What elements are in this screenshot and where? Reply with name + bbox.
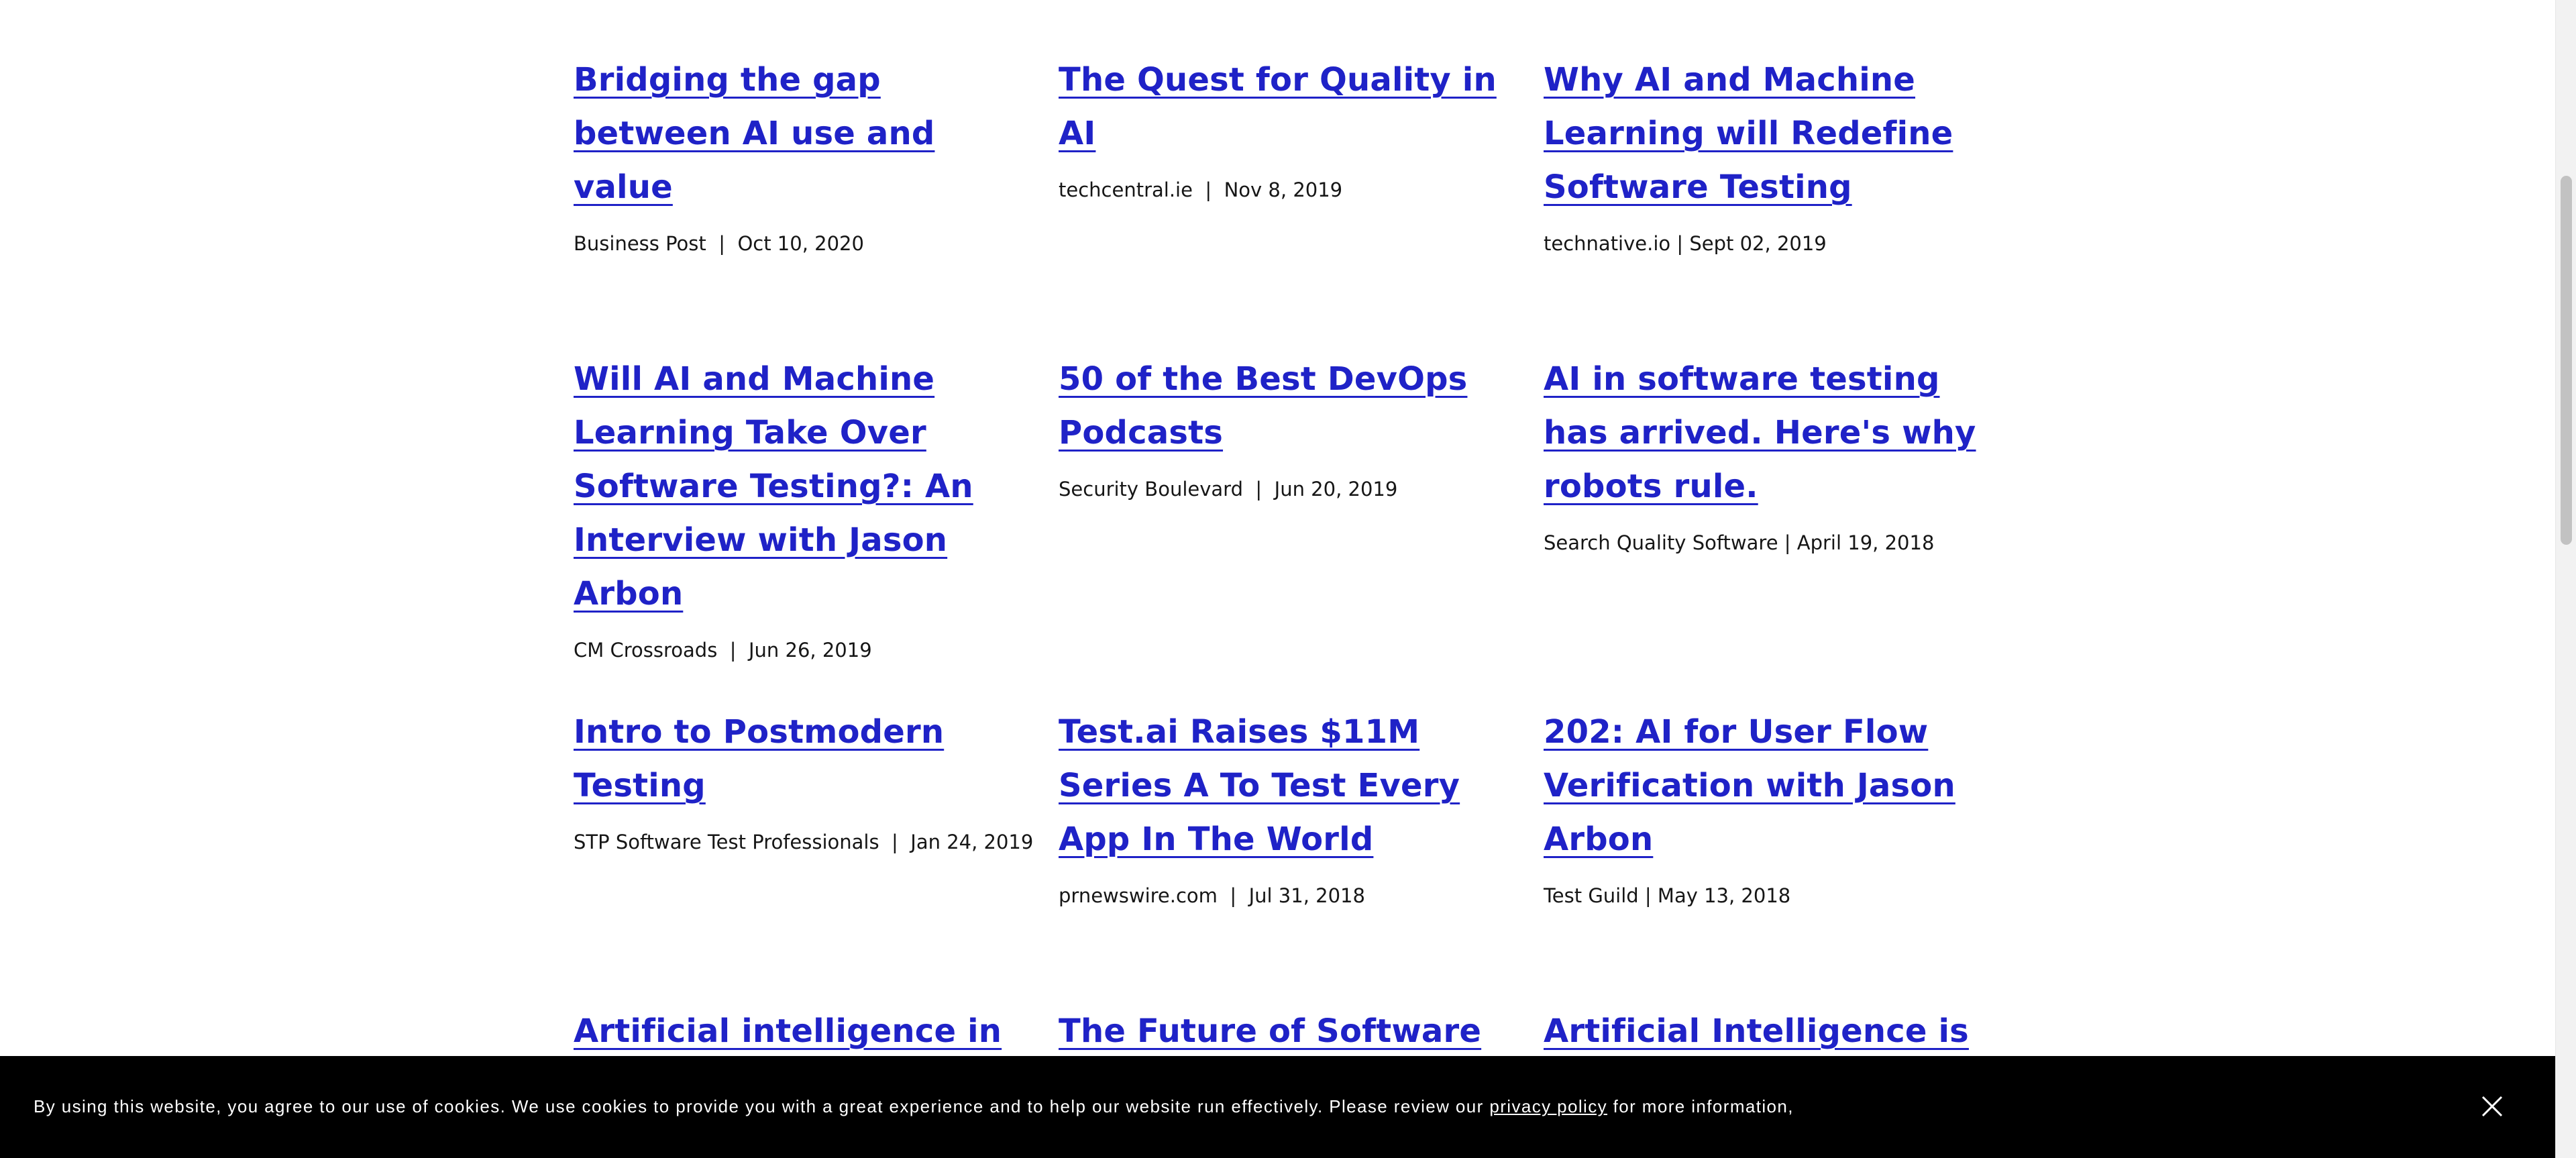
article-date: Nov 8, 2019 — [1224, 178, 1343, 201]
article-card: Bridging the gap between AI use and valu… — [574, 40, 1016, 257]
article-title-link[interactable]: 202: AI for User Flow Verification with … — [1544, 692, 1986, 866]
article-source: Test Guild — [1544, 884, 1639, 907]
meta-separator: | — [1242, 478, 1275, 501]
article-source: techcentral.ie — [1059, 178, 1193, 201]
article-date: April 19, 2018 — [1796, 531, 1935, 554]
close-icon — [2481, 1096, 2503, 1117]
meta-separator: | — [706, 232, 738, 255]
article-card: Intro to Postmodern Testing STP Software… — [574, 692, 1033, 855]
article-card: 50 of the Best DevOps Podcasts Security … — [1059, 339, 1501, 503]
article-meta: STP Software Test Professionals | Jan 24… — [574, 829, 1033, 855]
article-meta: technative.io | Sept 02, 2019 — [1544, 230, 1986, 257]
article-card: Why AI and Machine Learning will Redefin… — [1544, 40, 1986, 257]
article-source: prnewswire.com — [1059, 884, 1218, 907]
meta-separator: | — [1638, 884, 1658, 907]
cookie-banner: By using this website, you agree to our … — [0, 1056, 2556, 1158]
article-source: CM Crossroads — [574, 639, 718, 662]
article-card: Will AI and Machine Learning Take Over S… — [574, 339, 1016, 664]
article-card: Artificial Intelligence is — [1544, 992, 1986, 1058]
news-grid: Bridging the gap between AI use and valu… — [574, 0, 2049, 1158]
article-meta: CM Crossroads | Jun 26, 2019 — [574, 637, 1016, 664]
meta-separator: | — [1217, 884, 1249, 907]
scrollbar-thumb[interactable] — [2561, 176, 2572, 545]
article-title-link[interactable]: The Quest for Quality in AI — [1059, 40, 1501, 160]
privacy-policy-link[interactable]: privacy policy — [1489, 1096, 1607, 1116]
article-meta: Business Post | Oct 10, 2020 — [574, 230, 1016, 257]
article-meta: Test Guild | May 13, 2018 — [1544, 882, 1986, 909]
article-card: AI in software testing has arrived. Here… — [1544, 339, 1986, 556]
cookie-message: By using this website, you agree to our … — [34, 1093, 1794, 1120]
article-title-link[interactable]: Test.ai Raises $11M Series A To Test Eve… — [1059, 692, 1501, 866]
cookie-text-after: for more information, — [1607, 1096, 1794, 1116]
article-date: Oct 10, 2020 — [737, 232, 864, 255]
article-card: 202: AI for User Flow Verification with … — [1544, 692, 1986, 909]
article-source: Business Post — [574, 232, 706, 255]
article-date: Sept 02, 2019 — [1689, 232, 1827, 255]
meta-separator: | — [1778, 531, 1797, 554]
article-date: Jun 26, 2019 — [748, 639, 872, 662]
article-date: Jul 31, 2018 — [1248, 884, 1365, 907]
cookie-text-before: By using this website, you agree to our … — [34, 1096, 1490, 1116]
meta-separator: | — [1670, 232, 1690, 255]
article-source: Search Quality Software — [1544, 531, 1778, 554]
meta-separator: | — [879, 831, 911, 853]
article-source: Security Boulevard — [1059, 478, 1243, 501]
article-title-link[interactable]: Artificial Intelligence is — [1544, 992, 1986, 1058]
article-meta: prnewswire.com | Jul 31, 2018 — [1059, 882, 1501, 909]
article-title-link[interactable]: Artificial intelligence in — [574, 992, 1016, 1058]
page-scrollbar[interactable] — [2555, 0, 2576, 1158]
meta-separator: | — [717, 639, 749, 662]
article-meta: techcentral.ie | Nov 8, 2019 — [1059, 176, 1501, 203]
article-meta: Search Quality Software | April 19, 2018 — [1544, 529, 1986, 556]
cookie-close-button[interactable] — [2480, 1094, 2504, 1118]
article-title-link[interactable]: Intro to Postmodern Testing — [574, 692, 1016, 812]
article-date: Jan 24, 2019 — [910, 831, 1034, 853]
article-card: Test.ai Raises $11M Series A To Test Eve… — [1059, 692, 1501, 909]
article-title-link[interactable]: Why AI and Machine Learning will Redefin… — [1544, 40, 1986, 214]
article-date: Jun 20, 2019 — [1274, 478, 1398, 501]
article-title-link[interactable]: AI in software testing has arrived. Here… — [1544, 339, 1986, 513]
article-source: STP Software Test Professionals — [574, 831, 879, 853]
page: Bridging the gap between AI use and valu… — [0, 0, 2556, 1158]
article-title-link[interactable]: 50 of the Best DevOps Podcasts — [1059, 339, 1501, 460]
article-card: The Quest for Quality in AI techcentral.… — [1059, 40, 1501, 203]
article-meta: Security Boulevard | Jun 20, 2019 — [1059, 476, 1501, 503]
article-title-link[interactable]: Will AI and Machine Learning Take Over S… — [574, 339, 1016, 621]
article-title-link[interactable]: Bridging the gap between AI use and valu… — [574, 40, 1016, 214]
article-source: technative.io — [1544, 232, 1671, 255]
article-card: Artificial intelligence in — [574, 992, 1016, 1058]
meta-separator: | — [1192, 178, 1224, 201]
article-date: May 13, 2018 — [1657, 884, 1791, 907]
